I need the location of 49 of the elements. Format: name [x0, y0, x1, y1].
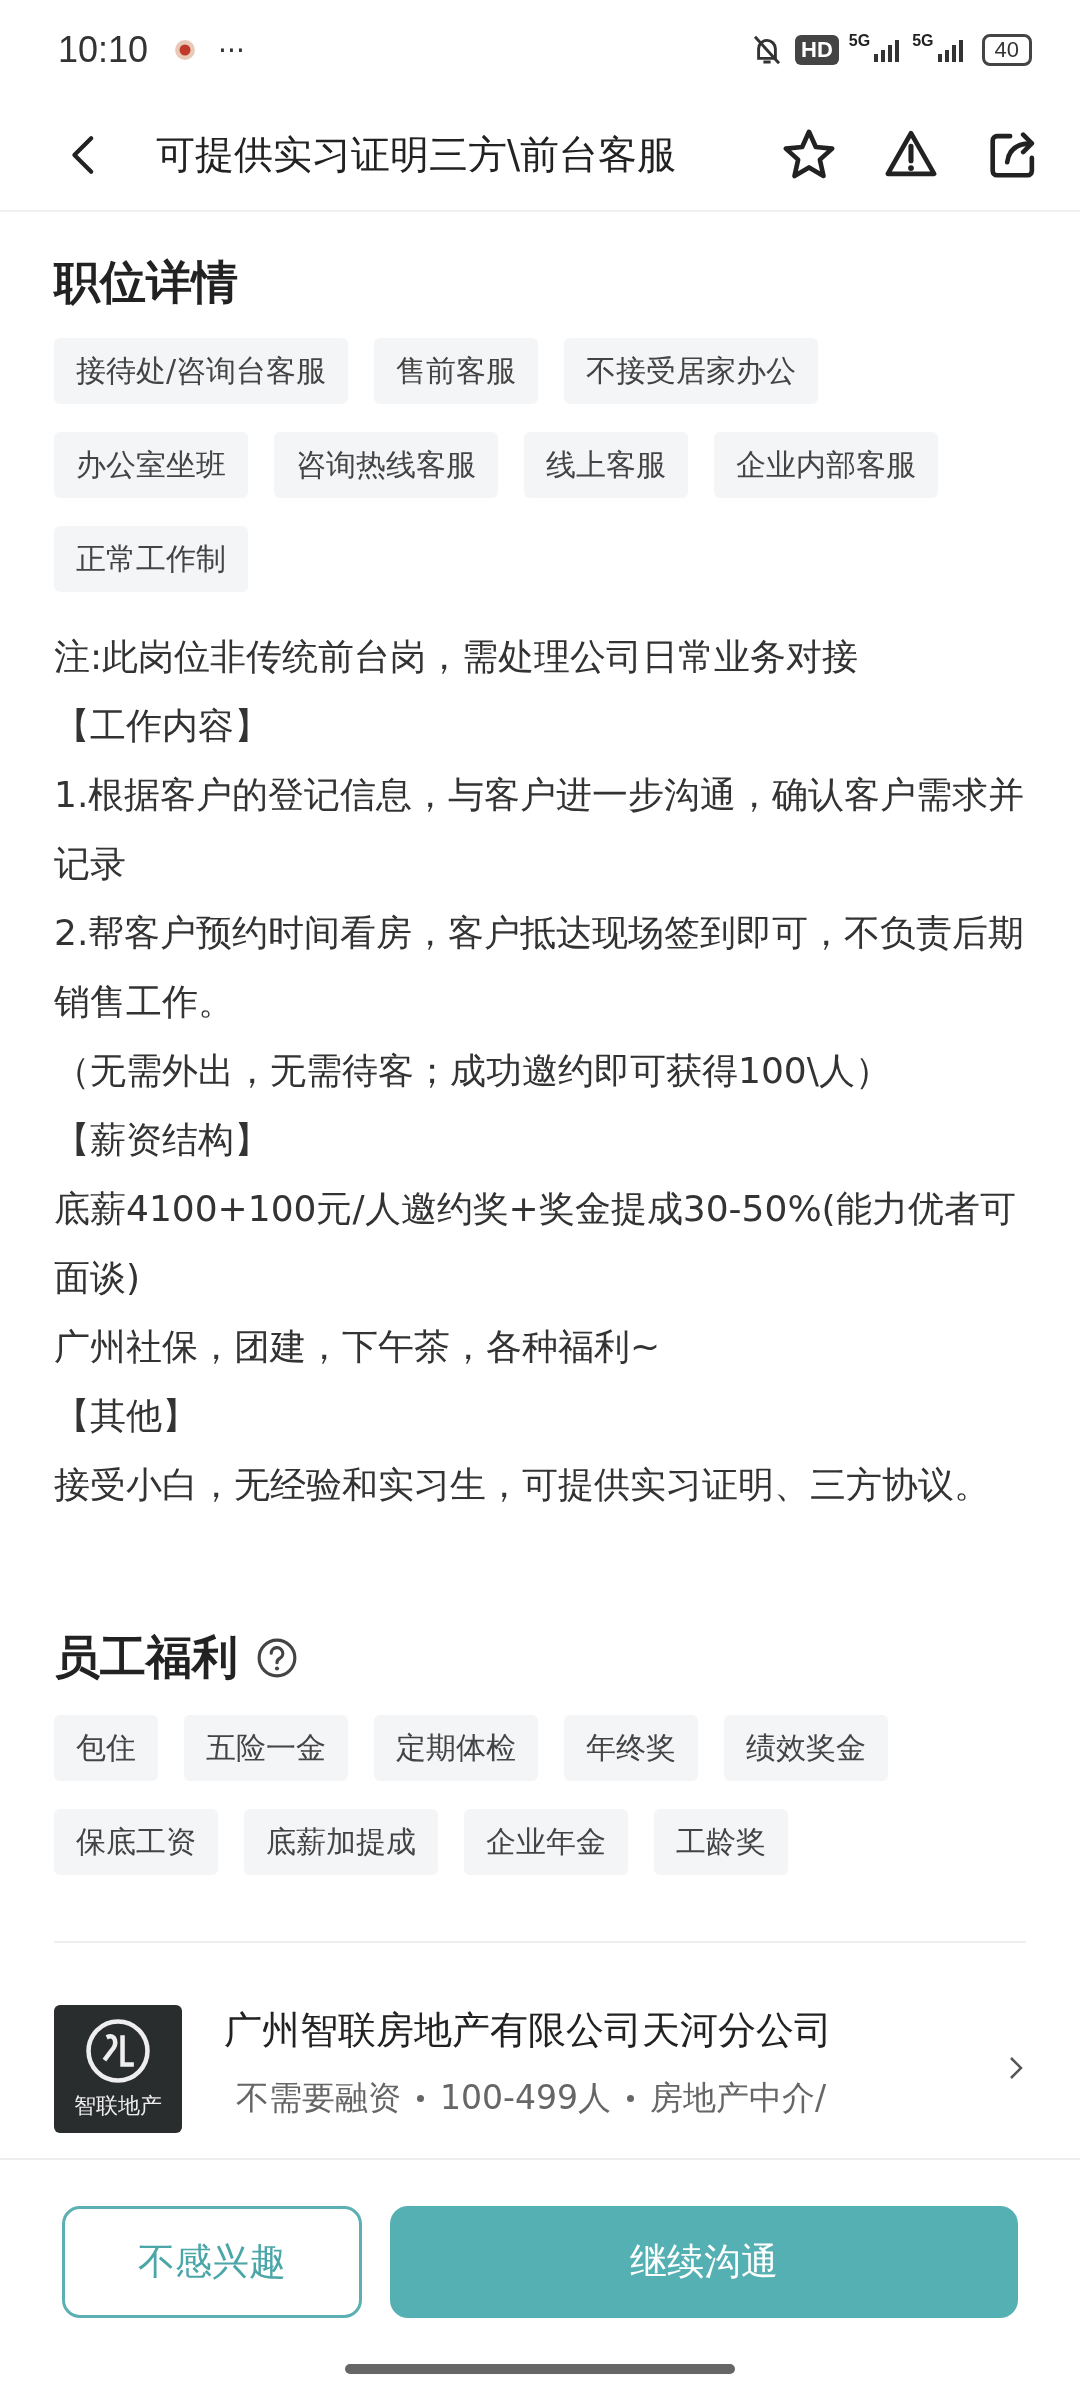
- company-name: 广州智联房地产有限公司天河分公司: [224, 2007, 833, 2054]
- network-label: 5G: [912, 32, 934, 50]
- benefit-tag: 年终奖: [564, 1715, 698, 1781]
- signal-icon: [935, 38, 966, 62]
- company-meta: 房地产中介/: [649, 2077, 826, 2119]
- job-tag: 接待处/咨询台客服: [54, 338, 349, 404]
- description-text: 2.帮客户预约时间看房，客户抵达现场签到即可，不负责后期销售工作。: [54, 911, 1026, 1024]
- benefit-tag: 底薪加提成: [244, 1809, 438, 1875]
- logo-icon: [84, 2017, 152, 2085]
- company-meta: 不需要融资: [236, 2077, 401, 2119]
- separator-dot-icon: [626, 2095, 634, 2102]
- job-tag: 售前客服: [374, 338, 539, 404]
- app-notification-icon: [174, 39, 197, 61]
- separator-dot-icon: [417, 2095, 424, 2102]
- job-tag: 企业内部客服: [714, 432, 938, 498]
- benefit-tag: 工龄奖: [654, 1809, 788, 1875]
- job-tag: 办公室坐班: [54, 432, 248, 498]
- job-tag: 线上客服: [524, 432, 688, 498]
- job-tag: 咨询热线客服: [274, 432, 498, 498]
- section-title: 员工福利: [54, 1629, 238, 1686]
- description-text: 【工作内容】: [54, 704, 271, 748]
- benefit-tag: 企业年金: [464, 1809, 628, 1875]
- benefit-tag: 五险一金: [184, 1715, 348, 1781]
- battery-indicator: 40: [981, 34, 1032, 66]
- hd-badge: HD: [795, 35, 839, 65]
- description-text: 1.根据客户的登记信息，与客户进一步沟通，确认客户需求并记录: [54, 773, 1026, 886]
- job-tag: 正常工作制: [54, 526, 248, 592]
- description-text: 底薪4100+100元/人邀约奖+奖金提成30-50%(能力优者可面谈): [54, 1187, 1017, 1300]
- not-interested-button[interactable]: 不感兴趣: [62, 2206, 362, 2318]
- description-text: （无需外出，无需待客；成功邀约即可获得100\人）: [54, 1049, 892, 1093]
- more-notifications: ···: [218, 33, 245, 67]
- description-text: 接受小白，无经验和实习生，可提供实习证明、三方协议。: [54, 1463, 991, 1507]
- benefit-tag: 包住: [54, 1715, 158, 1781]
- description-text: 【其他】: [54, 1394, 199, 1438]
- continue-chat-button[interactable]: 继续沟通: [390, 2206, 1018, 2318]
- help-icon[interactable]: [256, 1637, 298, 1679]
- description-text: 【薪资结构】: [54, 1118, 271, 1162]
- page-title: 可提供实习证明三方\前台客服: [156, 131, 678, 179]
- description-text: 注:此岗位非传统前台岗，需处理公司日常业务对接: [54, 635, 860, 679]
- logo-text: 智联地产: [74, 2092, 162, 2120]
- job-tag: 不接受居家办公: [564, 338, 819, 404]
- description-text: 广州社保，团建，下午茶，各种福利~: [54, 1325, 662, 1369]
- benefit-tag: 保底工资: [54, 1809, 218, 1875]
- benefit-tag: 绩效奖金: [724, 1715, 888, 1781]
- status-time: 10:10: [58, 29, 149, 71]
- section-title: 职位详情: [54, 254, 239, 311]
- company-meta: 100-499人: [440, 2077, 611, 2119]
- benefit-tag: 定期体检: [374, 1715, 538, 1781]
- network-label: 5G: [848, 32, 871, 50]
